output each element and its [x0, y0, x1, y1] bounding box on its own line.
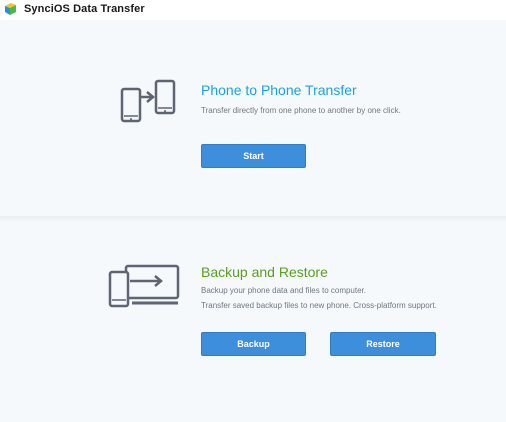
- backup-description-line-2: Transfer saved backup files to new phone…: [201, 301, 437, 310]
- restore-button[interactable]: Restore: [330, 332, 436, 356]
- backup-restore-title: Backup and Restore: [201, 264, 328, 280]
- start-button[interactable]: Start: [201, 144, 306, 168]
- phone-to-phone-icon: [120, 79, 176, 123]
- app-title: SynciOS Data Transfer: [24, 3, 145, 15]
- backup-button[interactable]: Backup: [201, 332, 306, 356]
- title-bar: SynciOS Data Transfer: [0, 0, 506, 20]
- phone-transfer-panel: [0, 20, 506, 216]
- syncios-logo-icon: [5, 3, 16, 15]
- phone-transfer-description: Transfer directly from one phone to anot…: [201, 106, 401, 115]
- backup-restore-panel: [0, 222, 506, 422]
- phone-to-computer-icon: [108, 264, 180, 308]
- backup-description-line-1: Backup your phone data and files to comp…: [201, 286, 366, 295]
- phone-transfer-title: Phone to Phone Transfer: [201, 82, 357, 98]
